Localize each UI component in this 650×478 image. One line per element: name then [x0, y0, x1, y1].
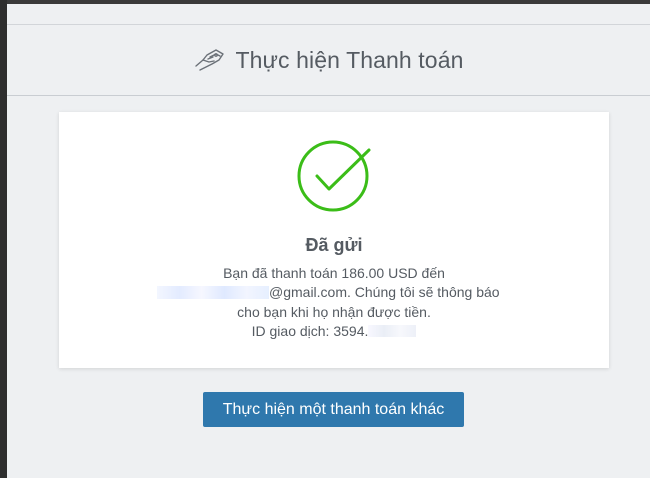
hand-money-icon	[194, 47, 226, 73]
transaction-id-line: ID giao dịch: 3594.	[59, 323, 609, 339]
payment-message-line: @gmail.com. Chúng tôi sẽ thông báo	[157, 284, 500, 300]
status-title: Đã gửi	[305, 235, 363, 255]
page-header: Thực hiện Thanh toán	[7, 25, 650, 96]
redacted-transaction-id	[368, 325, 417, 337]
payment-message-line: Bạn đã thanh toán 186.00 USD đến	[223, 265, 445, 281]
window-left-edge	[0, 0, 7, 478]
page-title: Thực hiện Thanh toán	[235, 46, 464, 73]
payment-result-card: Đã gửi Bạn đã thanh toán 186.00 USD đến …	[59, 112, 609, 368]
transaction-id-label: ID giao dịch: 3594.	[251, 323, 369, 339]
email-domain-text: @gmail.com. Chúng tôi sẽ thông báo	[269, 284, 500, 300]
checkmark-circle-icon	[296, 139, 372, 215]
redacted-email	[157, 286, 269, 299]
payment-page: Thực hiện Thanh toán Đã gửi Bạn đã thanh…	[7, 4, 650, 478]
make-another-payment-button[interactable]: Thực hiện một thanh toán khác	[203, 392, 464, 427]
payment-message-line: cho bạn khi họ nhận được tiền.	[237, 304, 431, 320]
